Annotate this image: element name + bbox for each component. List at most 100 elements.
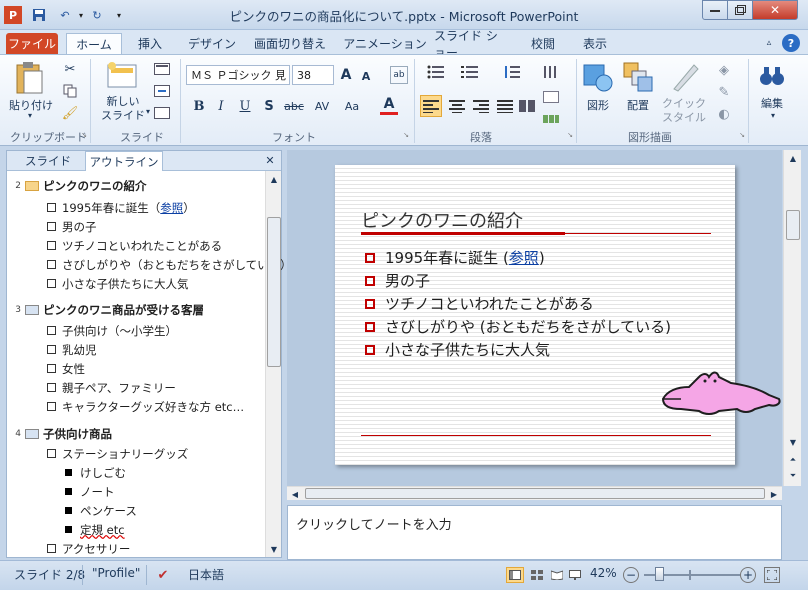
underline-icon[interactable]: U	[238, 97, 252, 115]
format-painter-icon[interactable]: 🖌	[62, 105, 79, 121]
shape-effects-icon[interactable]: ◐	[712, 105, 736, 123]
list-item[interactable]: 小さな子供たちに大人気	[47, 274, 189, 293]
scrollbar-thumb[interactable]	[786, 210, 800, 240]
grow-font-icon[interactable]: A	[338, 66, 354, 84]
dialog-launcher-icon[interactable]: ↘	[80, 131, 88, 139]
slide-bullet[interactable]: さびしがりや (おともだちをさがしている)	[365, 316, 671, 337]
list-item[interactable]: ステーショナリーグッズ	[47, 444, 188, 463]
tab-outline[interactable]: アウトライン	[85, 151, 163, 171]
slide-hscrollbar[interactable]: ◀ ▶	[287, 486, 782, 500]
bullets-icon[interactable]	[424, 63, 448, 81]
list-item[interactable]: ツチノコといわれたことがある	[47, 236, 222, 255]
columns-icon[interactable]	[516, 95, 538, 117]
paste-icon[interactable]	[14, 61, 44, 95]
tab-home[interactable]: ホーム	[66, 33, 122, 54]
tab-file[interactable]: ファイル	[6, 33, 58, 54]
list-item[interactable]: 定規 etc	[65, 520, 125, 539]
tab-slideshow[interactable]: スライド ショー	[434, 29, 506, 60]
character-spacing-icon[interactable]: AV	[310, 97, 334, 115]
paste-dropdown-icon[interactable]: ▾	[24, 111, 36, 120]
help-icon[interactable]: ?	[782, 34, 800, 52]
spell-check-icon[interactable]: ✔	[154, 567, 172, 583]
font-name-select[interactable]: ＭＳ Ｐゴシック 見	[186, 65, 290, 85]
list-item[interactable]: けしごむ	[65, 463, 126, 482]
tab-animations[interactable]: アニメーション	[340, 33, 430, 54]
clear-format-icon[interactable]: ab	[390, 66, 408, 84]
scroll-up-icon[interactable]: ▲	[787, 152, 799, 164]
next-slide-icon[interactable]: ⏷	[787, 470, 799, 482]
list-item[interactable]: ノート	[65, 482, 115, 501]
list-item[interactable]: 親子ペア、ファミリー	[47, 378, 176, 397]
list-item[interactable]: 男の子	[47, 217, 97, 236]
dialog-launcher-icon[interactable]: ↘	[566, 131, 574, 139]
shape-outline-icon[interactable]: ✎	[712, 83, 736, 101]
justify-icon[interactable]	[494, 95, 516, 117]
zoom-slider-thumb[interactable]	[655, 567, 664, 581]
scroll-left-icon[interactable]: ◀	[289, 488, 301, 500]
dialog-launcher-icon[interactable]: ↘	[402, 131, 410, 139]
notes-placeholder[interactable]: クリックしてノートを入力	[296, 514, 452, 533]
reset-icon[interactable]	[152, 83, 172, 99]
cut-icon[interactable]: ✂	[62, 61, 78, 77]
zoom-in-icon[interactable]: +	[740, 567, 756, 583]
change-case-icon[interactable]: Aa	[340, 97, 364, 115]
list-item[interactable]: アクセサリー	[47, 539, 130, 558]
arrange-icon[interactable]	[622, 61, 654, 93]
arrange-button[interactable]: 配置	[620, 97, 656, 113]
scroll-right-icon[interactable]: ▶	[768, 488, 780, 500]
italic-icon[interactable]: I	[214, 97, 228, 115]
smartart-icon[interactable]	[540, 111, 562, 127]
list-item[interactable]: ペンケース	[65, 501, 137, 520]
quick-styles-icon[interactable]	[668, 61, 700, 93]
bold-icon[interactable]: B	[192, 97, 206, 115]
language[interactable]: 日本語	[188, 566, 224, 583]
tab-transitions[interactable]: 画面切り替え	[250, 33, 330, 54]
shadow-icon[interactable]: S	[262, 97, 276, 115]
minimize-button[interactable]	[702, 0, 728, 20]
list-item[interactable]: 乳幼児	[47, 340, 97, 359]
align-text-icon[interactable]	[540, 89, 562, 105]
editing-dropdown-icon[interactable]: ▾	[768, 111, 778, 120]
close-button[interactable]: ✕	[752, 0, 798, 20]
scrollbar-thumb[interactable]	[267, 217, 281, 367]
quick-styles-label-2[interactable]: スタイル	[662, 109, 706, 125]
new-slide-dropdown-icon[interactable]: ▾	[144, 107, 152, 116]
slide-title[interactable]: ピンクのワニの紹介	[361, 207, 523, 233]
numbering-icon[interactable]	[458, 63, 482, 81]
font-size-select[interactable]: 38	[292, 65, 334, 85]
slide-bullet[interactable]: 男の子	[365, 270, 430, 291]
slide-sorter-icon[interactable]	[528, 567, 546, 583]
slideshow-view-icon[interactable]	[566, 567, 584, 583]
new-slide-label-2[interactable]: スライド	[98, 107, 148, 123]
shapes-icon[interactable]	[582, 61, 614, 93]
notes-pane[interactable]: クリックしてノートを入力	[287, 505, 782, 560]
previous-slide-icon[interactable]: ⏶	[787, 454, 799, 466]
outline-slide-2[interactable]: 2 ピンクのワニの紹介	[7, 176, 146, 195]
list-item[interactable]: 女性	[47, 359, 85, 378]
slide-bullet[interactable]: ツチノコといわれたことがある	[365, 293, 594, 314]
slide-bullet[interactable]: 小さな子供たちに大人気	[365, 339, 550, 360]
slide-bullet[interactable]: 1995年春に誕生 (参照)	[365, 247, 545, 268]
layout-icon[interactable]	[152, 61, 172, 77]
font-color-icon[interactable]: A	[380, 95, 398, 115]
binoculars-icon[interactable]	[758, 63, 786, 91]
align-center-icon[interactable]	[446, 95, 468, 117]
copy-icon[interactable]	[62, 83, 78, 99]
outline-slide-4[interactable]: 4 子供向け商品	[7, 424, 112, 443]
new-slide-icon[interactable]	[106, 61, 138, 89]
line-spacing-icon[interactable]	[500, 63, 524, 81]
slide-scrollbar[interactable]: ▲ ▼ ⏶ ⏷	[783, 150, 801, 486]
scroll-down-icon[interactable]: ▼	[268, 543, 280, 555]
section-icon[interactable]	[152, 105, 172, 121]
minimize-ribbon-icon[interactable]: ▵	[762, 36, 776, 50]
list-item[interactable]: さびしがりや（おともだちをさがしている）	[47, 255, 292, 274]
editing-button[interactable]: 編集	[754, 95, 790, 111]
list-item[interactable]: キャラクターグッズ好きな方 etc…	[47, 397, 244, 416]
reading-view-icon[interactable]	[548, 567, 566, 583]
restore-button[interactable]	[727, 0, 753, 20]
scrollbar-thumb[interactable]	[305, 488, 765, 499]
shrink-font-icon[interactable]: A	[358, 68, 374, 84]
shape-fill-icon[interactable]: ◈	[712, 61, 736, 79]
tab-design[interactable]: デザイン	[180, 33, 244, 54]
normal-view-icon[interactable]	[506, 567, 524, 583]
